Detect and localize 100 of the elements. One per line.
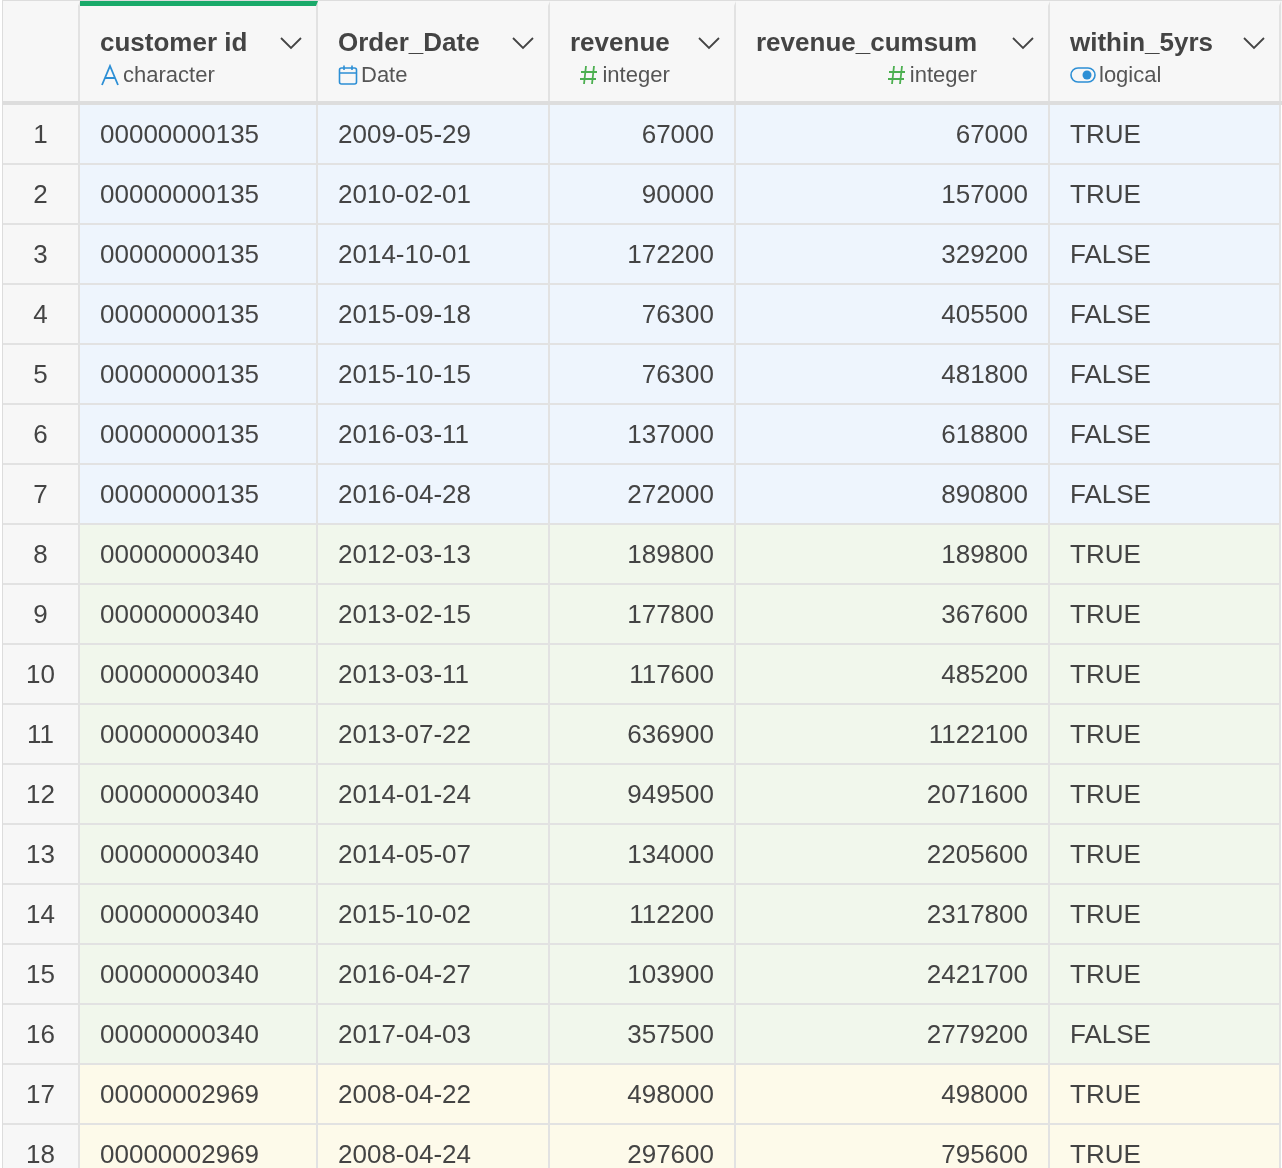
table-cell: 949500 [550,765,736,825]
table-cell: 357500 [550,1005,736,1065]
table-cell: 2421700 [736,945,1050,1005]
table-cell: 795600 [736,1125,1050,1168]
table-cell: TRUE [1050,105,1281,165]
table-cell: 00000000340 [80,885,318,945]
calendar-icon [338,64,358,86]
chevron-down-icon[interactable] [1243,36,1265,50]
table-cell: FALSE [1050,225,1281,285]
table-cell: TRUE [1050,705,1281,765]
table-cell: 67000 [736,105,1050,165]
table-cell: 2013-02-15 [318,585,550,645]
row-number: 6 [3,405,80,465]
table-cell: 00000000135 [80,165,318,225]
table-cell: 2016-04-28 [318,465,550,525]
table-cell: TRUE [1050,765,1281,825]
row-number: 15 [3,945,80,1005]
chevron-down-icon[interactable] [280,36,302,50]
table-cell: 481800 [736,345,1050,405]
table-cell: 2012-03-13 [318,525,550,585]
row-number: 3 [3,225,80,285]
table-cell: 177800 [550,585,736,645]
table-cell: 485200 [736,645,1050,705]
row-number: 7 [3,465,80,525]
row-number: 18 [3,1125,80,1168]
table-cell: TRUE [1050,585,1281,645]
table-cell: TRUE [1050,825,1281,885]
column-header[interactable]: within_5yrs logical [1050,1,1281,101]
column-type: integer [602,62,670,88]
table-cell: 2015-09-18 [318,285,550,345]
table-cell: 00000000135 [80,225,318,285]
column-title: Order_Date [338,26,480,58]
table-cell: 00000000340 [80,825,318,885]
column-title: within_5yrs [1070,26,1214,58]
table-cell: 2008-04-24 [318,1125,550,1168]
table-cell: 76300 [550,345,736,405]
column-title: customer id [100,26,248,58]
column-header[interactable]: Order_Date Date [318,1,550,101]
chevron-down-icon[interactable] [512,36,534,50]
table-cell: 2015-10-15 [318,345,550,405]
row-number: 12 [3,765,80,825]
table-cell: 00000000135 [80,285,318,345]
table-cell: 2071600 [736,765,1050,825]
table-cell: TRUE [1050,885,1281,945]
table-cell: 2014-01-24 [318,765,550,825]
toggle-icon [1070,66,1096,84]
table-cell: 00000000340 [80,585,318,645]
table-cell: 189800 [736,525,1050,585]
table-cell: 00000002969 [80,1065,318,1125]
table-cell: 498000 [550,1065,736,1125]
table-cell: TRUE [1050,645,1281,705]
column-type: Date [361,62,408,88]
table-cell: 00000000340 [80,1005,318,1065]
table-cell: 498000 [736,1065,1050,1125]
table-cell: 172200 [550,225,736,285]
table-cell: 00000000340 [80,525,318,585]
column-type: integer [909,62,978,88]
row-number: 17 [3,1065,80,1125]
column-type: character [123,62,215,88]
table-cell: 890800 [736,465,1050,525]
table-cell: TRUE [1050,525,1281,585]
chevron-down-icon[interactable] [1012,36,1034,50]
row-number: 4 [3,285,80,345]
column-type: logical [1099,62,1162,88]
table-cell: TRUE [1050,945,1281,1005]
table-cell: 00000000135 [80,405,318,465]
row-number: 2 [3,165,80,225]
table-cell: 2779200 [736,1005,1050,1065]
table-cell: TRUE [1050,1125,1281,1168]
table-cell: 00000000340 [80,645,318,705]
row-number: 1 [3,105,80,165]
table-cell: 00000000135 [80,465,318,525]
table-cell: 00000000135 [80,105,318,165]
table-cell: 00000000340 [80,765,318,825]
table-cell: 2016-04-27 [318,945,550,1005]
table-cell: 00000002969 [80,1125,318,1168]
table-cell: FALSE [1050,1005,1281,1065]
table-cell: 103900 [550,945,736,1005]
table-cell: 137000 [550,405,736,465]
table-cell: 2014-05-07 [318,825,550,885]
column-header[interactable]: revenue integer [550,1,736,101]
table-cell: FALSE [1050,465,1281,525]
table-cell: 2317800 [736,885,1050,945]
table-cell: 2013-03-11 [318,645,550,705]
row-number: 9 [3,585,80,645]
chevron-down-icon[interactable] [698,36,720,50]
row-number: 8 [3,525,80,585]
table-cell: 636900 [550,705,736,765]
column-header[interactable]: revenue_cumsum integer [736,1,1050,101]
table-cell: 2010-02-01 [318,165,550,225]
column-title: revenue [570,26,670,58]
row-number: 13 [3,825,80,885]
row-number: 16 [3,1005,80,1065]
table-cell: 367600 [736,585,1050,645]
table-cell: 90000 [550,165,736,225]
table-cell: 2013-07-22 [318,705,550,765]
table-cell: 189800 [550,525,736,585]
hash-icon [886,64,907,86]
hash-icon [579,64,600,86]
table-cell: 329200 [736,225,1050,285]
